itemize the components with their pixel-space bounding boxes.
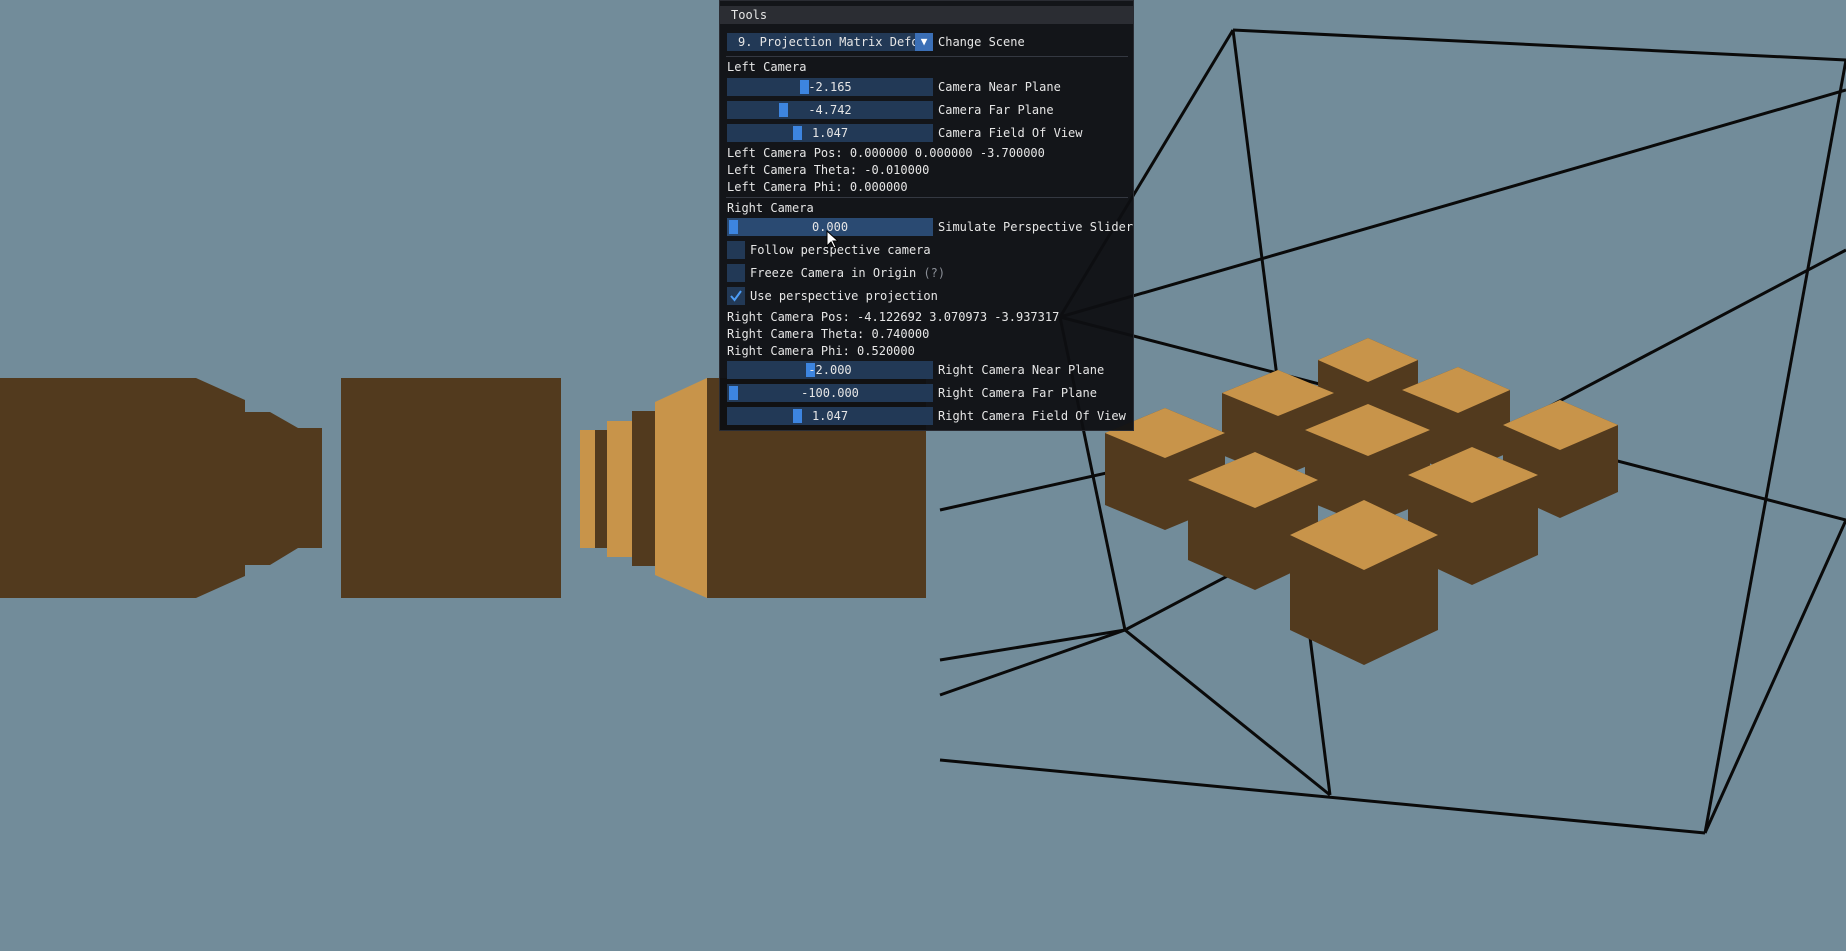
chevron-down-icon[interactable]: ▼	[915, 33, 933, 51]
right-camera-phi: Right Camera Phi: 0.520000	[727, 344, 915, 358]
right-far-plane-label: Right Camera Far Plane	[938, 386, 1097, 400]
freeze-camera-label: Freeze Camera in Origin (?)	[750, 266, 945, 280]
slider-value: 1.047	[811, 126, 849, 140]
scene-dropdown[interactable]: 9. Projection Matrix Deformation ▼	[727, 33, 933, 51]
freeze-camera-label-text: Freeze Camera in Origin	[750, 266, 917, 280]
use-perspective-checkbox[interactable]	[727, 287, 745, 305]
mouse-cursor-icon	[826, 230, 838, 249]
change-scene-label: Change Scene	[938, 35, 1025, 49]
slider-value: -100.000	[801, 386, 859, 400]
right-camera-pos: Right Camera Pos: -4.122692 3.070973 -3.…	[727, 310, 1060, 324]
right-fov-label: Right Camera Field Of View	[938, 409, 1126, 423]
right-camera-header: Right Camera	[727, 201, 814, 215]
checkmark-icon	[730, 290, 742, 302]
follow-perspective-label: Follow perspective camera	[750, 243, 931, 257]
left-near-plane-label: Camera Near Plane	[938, 80, 1061, 94]
left-far-plane-slider[interactable]: -4.742	[727, 101, 933, 119]
scene-dropdown-value: 9. Projection Matrix Deformation	[738, 35, 933, 49]
simulate-perspective-label: Simulate Perspective Slider	[938, 220, 1134, 234]
use-perspective-label: Use perspective projection	[750, 289, 938, 303]
left-near-plane-slider[interactable]: -2.165	[727, 78, 933, 96]
left-camera-phi: Left Camera Phi: 0.000000	[727, 180, 908, 194]
right-near-plane-label: Right Camera Near Plane	[938, 363, 1105, 377]
tools-window[interactable]: Tools 9. Projection Matrix Deformation ▼…	[719, 0, 1134, 431]
left-camera-pos: Left Camera Pos: 0.000000 0.000000 -3.70…	[727, 146, 1045, 160]
help-marker[interactable]: (?)	[923, 266, 945, 280]
window-titlebar[interactable]: Tools	[720, 6, 1133, 24]
slider-value: -2.000	[808, 363, 852, 377]
separator	[726, 56, 1128, 57]
slider-value: -2.165	[808, 80, 852, 94]
left-camera-header: Left Camera	[727, 60, 807, 74]
right-fov-slider[interactable]: 1.047	[727, 407, 933, 425]
slider-value: 1.047	[811, 409, 849, 423]
right-far-plane-slider[interactable]: -100.000	[727, 384, 933, 402]
left-fov-label: Camera Field Of View	[938, 126, 1083, 140]
freeze-camera-checkbox[interactable]	[727, 264, 745, 282]
window-title: Tools	[731, 8, 768, 22]
slider-value: -4.742	[808, 103, 852, 117]
right-near-plane-slider[interactable]: -2.000	[727, 361, 933, 379]
left-camera-theta: Left Camera Theta: -0.010000	[727, 163, 930, 177]
left-fov-slider[interactable]: 1.047	[727, 124, 933, 142]
separator	[726, 197, 1128, 198]
follow-perspective-checkbox[interactable]	[727, 241, 745, 259]
left-far-plane-label: Camera Far Plane	[938, 103, 1054, 117]
right-camera-theta: Right Camera Theta: 0.740000	[727, 327, 930, 341]
